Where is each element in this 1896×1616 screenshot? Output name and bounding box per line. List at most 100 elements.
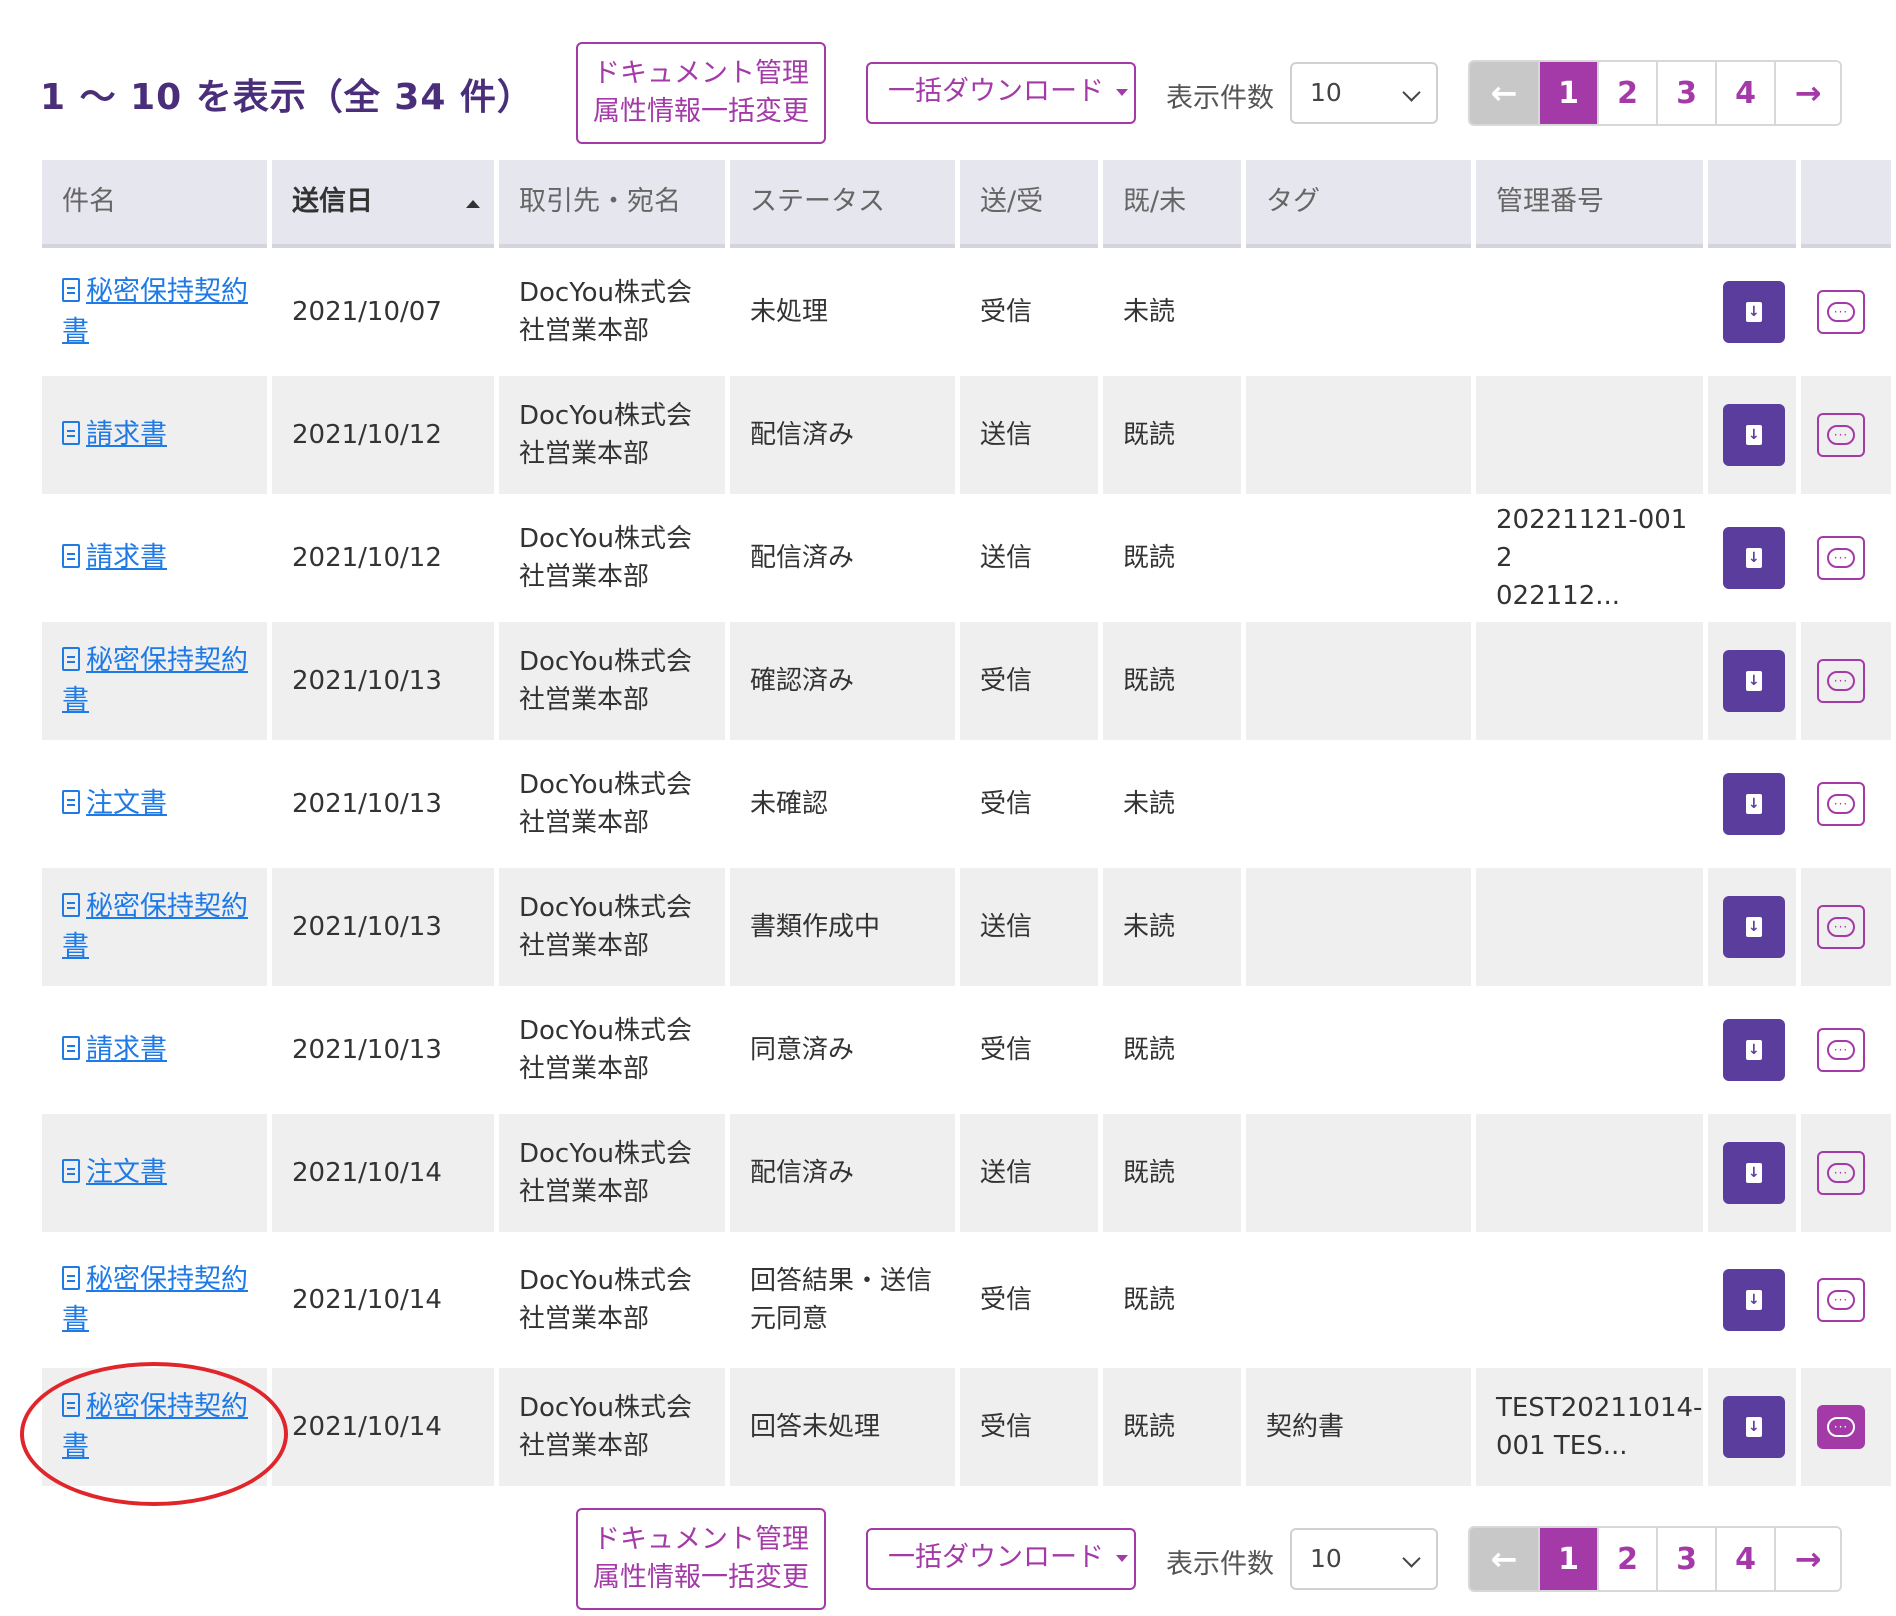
comment-icon: ··· bbox=[1827, 302, 1855, 322]
sent-date-cell: 2021/10/14 bbox=[272, 1368, 494, 1486]
download-button[interactable] bbox=[1723, 527, 1785, 589]
bulk-attribute-change-button[interactable]: ドキュメント管理 属性情報一括変更 bbox=[576, 42, 826, 144]
comment-button[interactable]: ··· bbox=[1817, 1405, 1865, 1449]
comment-button[interactable]: ··· bbox=[1817, 413, 1865, 457]
mgmt-number-cell bbox=[1476, 622, 1703, 740]
direction: 送信 bbox=[980, 420, 1033, 450]
comment-button[interactable]: ··· bbox=[1817, 290, 1865, 334]
download-button[interactable] bbox=[1723, 1142, 1785, 1204]
comment-button[interactable]: ··· bbox=[1817, 782, 1865, 826]
col-header-subject[interactable]: 件名 bbox=[42, 160, 267, 248]
subject-link[interactable]: 注文書 bbox=[62, 1157, 167, 1188]
next-page-button[interactable]: → bbox=[1774, 1528, 1840, 1590]
subject-link[interactable]: 請求書 bbox=[62, 1034, 167, 1065]
page-4-button[interactable]: 4 bbox=[1715, 62, 1774, 124]
bulk-download-button-bottom[interactable]: 一括ダウンロード bbox=[866, 1528, 1136, 1590]
col-header-status[interactable]: ステータス bbox=[730, 160, 955, 248]
prev-page-button[interactable]: ← bbox=[1470, 62, 1538, 124]
status-line1: 未処理 bbox=[750, 297, 829, 327]
file-download-icon bbox=[1746, 1417, 1762, 1437]
comment-button[interactable]: ··· bbox=[1817, 1151, 1865, 1195]
download-button[interactable] bbox=[1723, 773, 1785, 835]
download-button[interactable] bbox=[1723, 1269, 1785, 1331]
page-1-button[interactable]: 1 bbox=[1538, 62, 1597, 124]
subject-line1: 注文書 bbox=[86, 788, 167, 819]
read-status: 未読 bbox=[1123, 912, 1176, 942]
download-button[interactable] bbox=[1723, 896, 1785, 958]
sent-date-cell: 2021/10/13 bbox=[272, 991, 494, 1109]
tag-cell: 契約書 bbox=[1246, 1368, 1471, 1486]
direction-cell: 送信 bbox=[960, 499, 1098, 617]
next-page-button[interactable]: → bbox=[1774, 62, 1840, 124]
col-header-tag[interactable]: タグ bbox=[1246, 160, 1471, 248]
subject-link[interactable]: 請求書 bbox=[62, 542, 167, 573]
partner-cell: DocYou株式会 社営業本部 bbox=[499, 499, 725, 617]
subject-cell: 秘密保持契約書 bbox=[42, 1368, 267, 1486]
col-header-read[interactable]: 既/未 bbox=[1103, 160, 1241, 248]
table-row: 請求書 2021/10/12 DocYou株式会 社営業本部 配信済み 送信 既読 20221… bbox=[42, 499, 1896, 617]
mgmt-number-cell bbox=[1476, 991, 1703, 1109]
per-page-select-bottom[interactable]: 10 bbox=[1290, 1528, 1438, 1590]
download-button[interactable] bbox=[1723, 1396, 1785, 1458]
status-line1: 配信済み bbox=[750, 420, 855, 450]
page-2-button[interactable]: 2 bbox=[1597, 62, 1656, 124]
comment-button[interactable]: ··· bbox=[1817, 905, 1865, 949]
direction: 受信 bbox=[980, 1035, 1033, 1065]
read-status: 未読 bbox=[1123, 789, 1176, 819]
col-header-mgmt-number[interactable]: 管理番号 bbox=[1476, 160, 1703, 248]
document-icon bbox=[62, 1393, 80, 1417]
subject-link[interactable]: 請求書 bbox=[62, 419, 167, 450]
subject-link[interactable]: 秘密保持契約書 bbox=[62, 1391, 248, 1462]
col-header-sent-date[interactable]: 送信日 bbox=[272, 160, 494, 248]
partner-name-line2: 社営業本部 bbox=[519, 562, 650, 592]
partner-cell: DocYou株式会 社営業本部 bbox=[499, 868, 725, 986]
mgmt-number-cell bbox=[1476, 376, 1703, 494]
subject-link[interactable]: 秘密保持契約書 bbox=[62, 891, 248, 962]
comment-button[interactable]: ··· bbox=[1817, 659, 1865, 703]
read-status: 既読 bbox=[1123, 543, 1176, 573]
page-3-button[interactable]: 3 bbox=[1656, 1528, 1715, 1590]
bulk-attribute-change-button-bottom[interactable]: ドキュメント管理 属性情報一括変更 bbox=[576, 1508, 826, 1610]
sent-date: 2021/10/14 bbox=[292, 1285, 442, 1315]
subject-cell: 秘密保持契約書 bbox=[42, 868, 267, 986]
page-1-button[interactable]: 1 bbox=[1538, 1528, 1597, 1590]
comment-button[interactable]: ··· bbox=[1817, 536, 1865, 580]
sent-date: 2021/10/13 bbox=[292, 666, 442, 696]
table-row: 請求書 2021/10/13 DocYou株式会社営業本部 同意済み 受信 既読 ··· bbox=[42, 991, 1896, 1109]
per-page-select[interactable]: 10 bbox=[1290, 62, 1438, 124]
status-line1: 書類作成中 bbox=[750, 912, 881, 942]
comment-button[interactable]: ··· bbox=[1817, 1278, 1865, 1322]
col-header-direction[interactable]: 送/受 bbox=[960, 160, 1098, 248]
partner-name: DocYou株式会 社営業本部 bbox=[519, 397, 692, 473]
page-4-button[interactable]: 4 bbox=[1715, 1528, 1774, 1590]
subject-link[interactable]: 秘密保持契約書 bbox=[62, 276, 248, 347]
comment-button[interactable]: ··· bbox=[1817, 1028, 1865, 1072]
download-cell bbox=[1708, 1368, 1796, 1486]
bulk-download-button[interactable]: 一括ダウンロード bbox=[866, 62, 1136, 124]
file-download-icon bbox=[1746, 1040, 1762, 1060]
prev-page-button[interactable]: ← bbox=[1470, 1528, 1538, 1590]
file-download-icon bbox=[1746, 1163, 1762, 1183]
col-header-partner[interactable]: 取引先・宛名 bbox=[499, 160, 725, 248]
partner-cell: DocYou株式会 社営業本部 bbox=[499, 745, 725, 863]
subject-link[interactable]: 注文書 bbox=[62, 788, 167, 819]
status-cell: 回答結果・送信 元同意 bbox=[730, 1237, 955, 1363]
subject-link[interactable]: 秘密保持契約書 bbox=[62, 645, 248, 716]
comment-cell: ··· bbox=[1801, 868, 1891, 986]
sent-date-cell: 2021/10/13 bbox=[272, 745, 494, 863]
subject-line1: 請求書 bbox=[86, 1034, 167, 1065]
page-3-button[interactable]: 3 bbox=[1656, 62, 1715, 124]
partner-name-line1: DocYou株式会 bbox=[519, 278, 693, 308]
download-button[interactable] bbox=[1723, 650, 1785, 712]
mgmt-number-line2: 001 TES... bbox=[1496, 1431, 1628, 1461]
download-button[interactable] bbox=[1723, 404, 1785, 466]
subject-link[interactable]: 秘密保持契約書 bbox=[62, 1264, 248, 1335]
sent-date: 2021/10/07 bbox=[292, 297, 442, 327]
mgmt-number-cell bbox=[1476, 868, 1703, 986]
download-button[interactable] bbox=[1723, 1019, 1785, 1081]
comment-cell: ··· bbox=[1801, 745, 1891, 863]
comment-cell: ··· bbox=[1801, 991, 1891, 1109]
download-button[interactable] bbox=[1723, 281, 1785, 343]
page-2-button[interactable]: 2 bbox=[1597, 1528, 1656, 1590]
sent-date: 2021/10/12 bbox=[292, 420, 442, 450]
